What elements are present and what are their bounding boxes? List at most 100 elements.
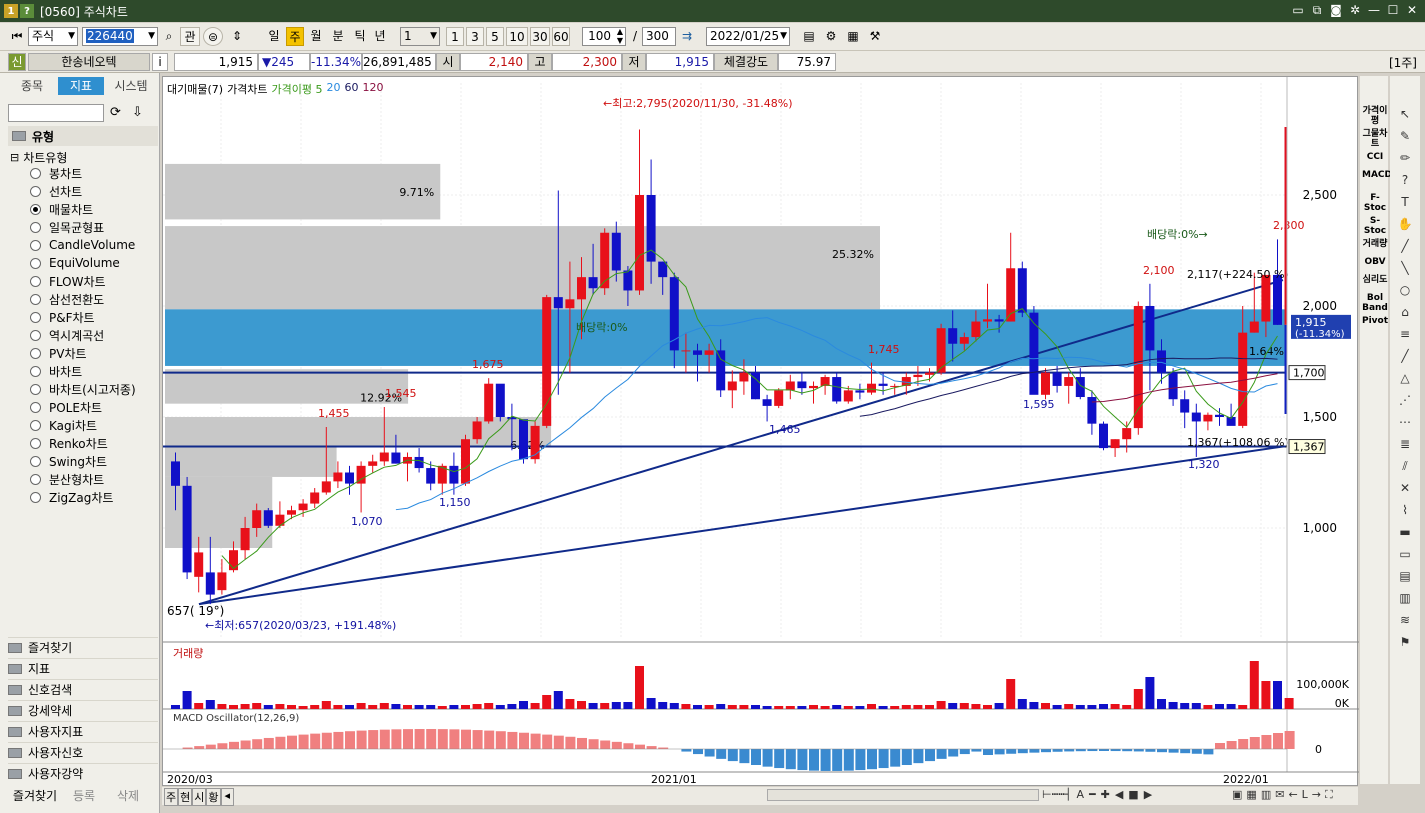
- delete-button[interactable]: 삭제: [106, 787, 150, 804]
- quick-5[interactable]: 5: [486, 27, 504, 46]
- copy-icon[interactable]: ⧉: [1310, 3, 1324, 17]
- minimize-icon[interactable]: —: [1367, 3, 1381, 17]
- category-chart-type[interactable]: ⊟ 차트유형: [10, 149, 67, 165]
- trend-icon[interactable]: ╱: [1395, 348, 1415, 364]
- link-icon[interactable]: ▭: [1291, 3, 1305, 17]
- indicator-button[interactable]: CCI: [1362, 152, 1388, 162]
- period-month[interactable]: 월: [306, 27, 326, 46]
- indicator-button[interactable]: Pivot: [1362, 316, 1388, 326]
- radio-icon[interactable]: [30, 491, 41, 503]
- help-icon[interactable]: ?: [1395, 172, 1415, 188]
- parallel-icon[interactable]: ⫽: [1395, 458, 1415, 474]
- radio-icon[interactable]: [30, 221, 41, 233]
- grid-icon[interactable]: ≣: [1395, 436, 1415, 452]
- quick-30[interactable]: 30: [530, 27, 550, 46]
- chart-type-item[interactable]: P&F차트: [30, 308, 95, 326]
- register-button[interactable]: 등록: [62, 787, 106, 804]
- chart-svg[interactable]: 2,5002,0001,5001,0006.22%9.71%25.32%12.9…: [163, 77, 1359, 787]
- line-icon[interactable]: ╱: [1395, 238, 1415, 254]
- quick-10[interactable]: 10: [506, 27, 528, 46]
- prev-stock-icon[interactable]: ⏮: [8, 27, 26, 46]
- nav-now[interactable]: 현: [178, 788, 193, 806]
- market-select[interactable]: 주식 ▼: [28, 27, 78, 46]
- chart-type-item[interactable]: 바차트: [30, 362, 82, 380]
- chart-type-item[interactable]: 분산형차트: [30, 470, 104, 488]
- radio-icon[interactable]: [30, 203, 41, 215]
- maximize-icon[interactable]: ☐: [1386, 3, 1400, 17]
- arrow-left-icon[interactable]: ←: [1288, 788, 1297, 802]
- folder-item[interactable]: 강세약세: [8, 700, 158, 720]
- sync-icon[interactable]: ⊜: [203, 27, 223, 46]
- radio-icon[interactable]: [30, 455, 41, 467]
- chart-type-item[interactable]: 봉차트: [30, 164, 82, 182]
- horizontal-scrollbar[interactable]: [767, 789, 1039, 801]
- grid-icon[interactable]: ▦: [1246, 788, 1256, 802]
- chart-area[interactable]: 2,5002,0001,5001,0006.22%9.71%25.32%12.9…: [162, 76, 1359, 787]
- cross-icon[interactable]: ✕: [1395, 480, 1415, 496]
- layout-icon[interactable]: ▥: [1261, 788, 1271, 802]
- zoom-out-icon[interactable]: ━: [1089, 788, 1096, 801]
- gwan-button[interactable]: 관: [180, 27, 200, 46]
- text-icon[interactable]: T: [1395, 194, 1415, 210]
- pen-icon[interactable]: ✎: [1395, 128, 1415, 144]
- radio-icon[interactable]: [30, 185, 41, 197]
- quick-1[interactable]: 1: [446, 27, 464, 46]
- radio-icon[interactable]: [30, 275, 41, 287]
- pencil-icon[interactable]: ✏: [1395, 150, 1415, 166]
- radio-icon[interactable]: [30, 473, 41, 485]
- zoom-in-icon[interactable]: ✚: [1101, 788, 1110, 801]
- lines-icon[interactable]: ≡: [1395, 326, 1415, 342]
- help-icon[interactable]: ?: [20, 4, 34, 18]
- refresh-icon[interactable]: ⟳: [110, 105, 121, 120]
- play-icon[interactable]: ▶: [1144, 788, 1152, 801]
- indicator-button[interactable]: 그물차트: [1362, 129, 1388, 149]
- quick-3[interactable]: 3: [466, 27, 484, 46]
- total-count-input[interactable]: 300: [642, 27, 676, 46]
- chart-type-item[interactable]: CandleVolume: [30, 236, 135, 254]
- chart-type-item[interactable]: FLOW차트: [30, 272, 106, 290]
- search-icon[interactable]: ⌕: [161, 27, 177, 46]
- radio-icon[interactable]: [30, 329, 41, 341]
- house-icon[interactable]: ⌂: [1395, 304, 1415, 320]
- indicator-button[interactable]: S-Stoc: [1362, 216, 1388, 236]
- diagonal-icon[interactable]: ╲: [1395, 260, 1415, 276]
- indicator-search-input[interactable]: [8, 104, 104, 122]
- screenshot-icon[interactable]: ◙: [1329, 3, 1343, 17]
- folder-item[interactable]: 즐겨찾기: [8, 637, 158, 657]
- chart-type-item[interactable]: Kagi차트: [30, 416, 97, 434]
- dots-icon[interactable]: ⋯: [1395, 414, 1415, 430]
- chart-type-item[interactable]: EquiVolume: [30, 254, 120, 272]
- nav-market[interactable]: 시: [192, 788, 207, 806]
- period-tick[interactable]: 틱: [350, 27, 370, 46]
- period-week[interactable]: 주: [286, 27, 304, 46]
- excel-icon[interactable]: ▣: [1232, 788, 1242, 802]
- chart-type-item[interactable]: 바차트(시고저종): [30, 380, 136, 398]
- chart-type-item[interactable]: Renko차트: [30, 434, 108, 452]
- apply-icon[interactable]: ⇉: [678, 27, 696, 46]
- radio-icon[interactable]: [30, 257, 41, 269]
- chart-type-item[interactable]: 매물차트: [30, 200, 93, 218]
- wave-icon[interactable]: ⌇: [1395, 502, 1415, 518]
- indicator-button[interactable]: 심리도: [1362, 275, 1388, 285]
- print-icon[interactable]: ▦: [844, 27, 862, 46]
- column-icon[interactable]: ▥: [1395, 590, 1415, 606]
- chart-type-item[interactable]: 일목균형표: [30, 218, 104, 236]
- section-header[interactable]: 유형: [8, 126, 158, 146]
- tab-indicator[interactable]: 지표: [58, 77, 104, 95]
- zoom-slider-icon[interactable]: ⊢┅┅┤: [1042, 788, 1071, 801]
- folder-item[interactable]: 사용자지표: [8, 721, 158, 741]
- settings-icon[interactable]: ✲: [1348, 3, 1362, 17]
- count-select[interactable]: 1 ▼: [400, 27, 440, 46]
- zoom-a-icon[interactable]: A: [1076, 788, 1084, 801]
- table-icon[interactable]: ▤: [1395, 568, 1415, 584]
- tab-system[interactable]: 시스템: [106, 77, 156, 95]
- info-button[interactable]: i: [152, 53, 168, 71]
- arrow-right-icon[interactable]: →: [1312, 788, 1321, 802]
- radio-icon[interactable]: [30, 347, 41, 359]
- indicator-button[interactable]: 가격이평: [1362, 106, 1388, 126]
- radio-icon[interactable]: [30, 239, 41, 251]
- indicator-button[interactable]: Bol Band: [1362, 293, 1388, 313]
- quick-60[interactable]: 60: [552, 27, 570, 46]
- indicator-button[interactable]: F-Stoc: [1362, 193, 1388, 213]
- circle-icon[interactable]: ○: [1395, 282, 1415, 298]
